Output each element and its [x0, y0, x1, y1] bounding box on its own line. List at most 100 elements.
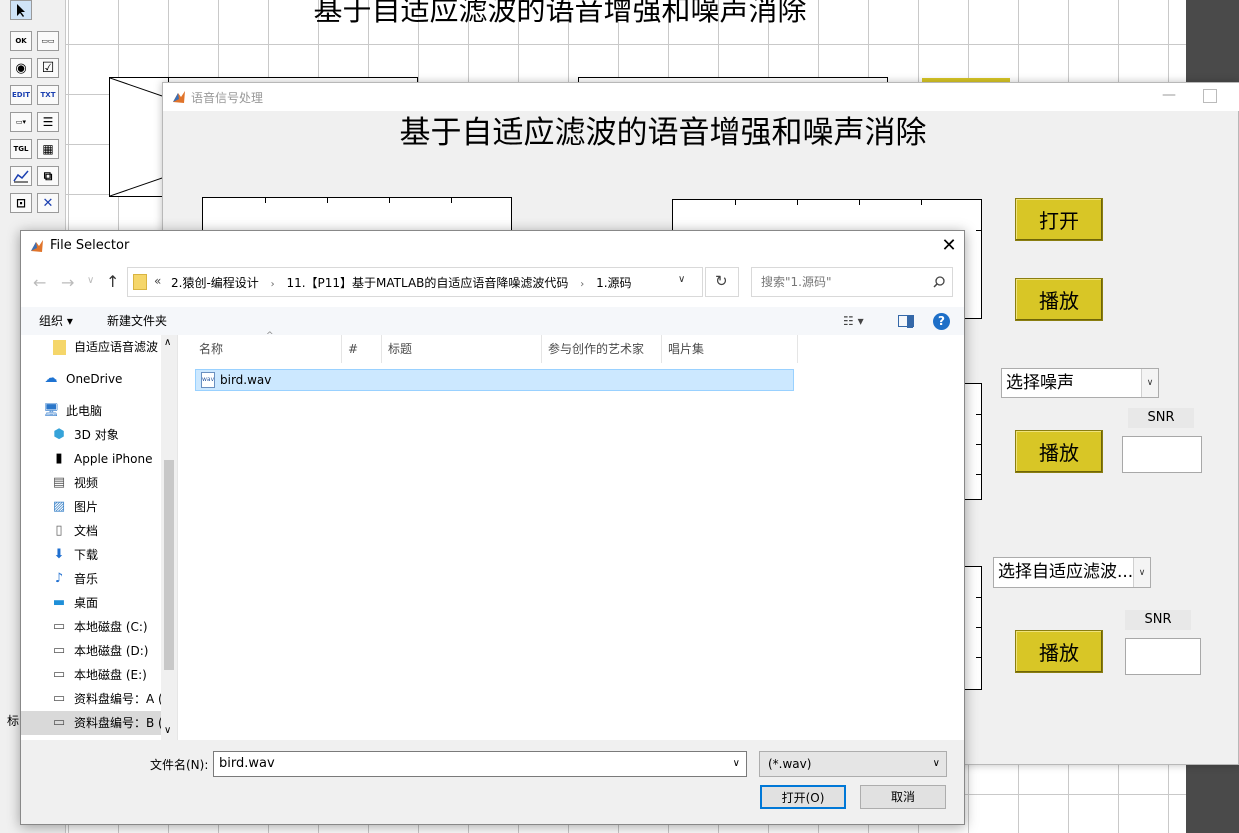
- forward-arrow-icon[interactable]: →: [61, 273, 74, 292]
- download-icon: ⬇: [53, 547, 65, 562]
- filter-select-value: 选择自适应滤波...: [998, 562, 1134, 582]
- breadcrumb-item[interactable]: 11.【P11】基于MATLAB的自适应语音降噪滤波代码: [286, 276, 568, 290]
- dialog-footer: 文件名(N): bird.wav ∨ (*.wav) ∨ 打开(O) 取消: [21, 740, 964, 824]
- search-input[interactable]: 搜索"1.源码": [751, 267, 953, 297]
- nav-item-documents[interactable]: ▯ 文档: [21, 519, 177, 543]
- column-header-album[interactable]: 唱片集: [662, 335, 798, 363]
- popup-menu-tool[interactable]: ▭▾: [10, 112, 32, 132]
- desktop-icon: ▬: [52, 595, 66, 610]
- refresh-icon: ↻: [715, 272, 728, 290]
- radio-button-tool[interactable]: ◉: [10, 58, 32, 78]
- nav-item-iphone[interactable]: ▮ Apple iPhone: [21, 447, 177, 471]
- folder-icon: [53, 340, 66, 355]
- chevron-right-icon: ›: [580, 279, 585, 290]
- nav-item-onedrive[interactable]: ☁ OneDrive: [21, 367, 177, 391]
- play-noisy-button[interactable]: 播放: [1015, 430, 1103, 473]
- button-group-tool[interactable]: ⊡: [10, 193, 32, 213]
- filename-value: bird.wav: [219, 756, 275, 771]
- nav-item-pictures[interactable]: ▨ 图片: [21, 495, 177, 519]
- chevron-down-icon[interactable]: ∨: [678, 274, 685, 285]
- column-header-title[interactable]: 标题: [382, 335, 542, 363]
- close-icon[interactable]: ✕: [939, 235, 959, 257]
- nav-item-music[interactable]: ♪ 音乐: [21, 567, 177, 591]
- help-icon[interactable]: ?: [933, 313, 950, 330]
- toggle-button-tool[interactable]: TGL: [10, 139, 32, 159]
- nav-item-drive-e[interactable]: ▭ 本地磁盘 (E:): [21, 663, 177, 687]
- push-button-tool[interactable]: OK: [10, 31, 32, 51]
- guide-axes-1[interactable]: [109, 77, 169, 197]
- nav-item-this-pc[interactable]: 🖥 此电脑: [21, 399, 177, 423]
- nav-item-drive-c[interactable]: ▭ 本地磁盘 (C:): [21, 615, 177, 639]
- chevron-down-icon[interactable]: ∨: [164, 725, 171, 736]
- view-options-icon[interactable]: ☷ ▾: [843, 314, 864, 328]
- preview-pane-icon[interactable]: [898, 315, 914, 328]
- chevron-down-icon[interactable]: ∨: [733, 752, 740, 776]
- up-arrow-icon[interactable]: ↑: [106, 272, 119, 291]
- column-header-name[interactable]: 名称: [193, 335, 342, 363]
- listbox-tool[interactable]: ☰: [37, 112, 59, 132]
- chevron-down-icon: ∨: [1133, 558, 1150, 587]
- nav-item-3d[interactable]: ⬢ 3D 对象: [21, 423, 177, 447]
- filename-label: 文件名(N):: [150, 758, 209, 772]
- matlab-icon: [173, 91, 185, 103]
- panel-tool[interactable]: ⧉: [37, 166, 59, 186]
- new-folder-button[interactable]: 新建文件夹: [107, 307, 167, 335]
- nav-item-drive-b[interactable]: ▭ 资料盘编号：B (: [21, 711, 177, 735]
- navigation-scrollbar[interactable]: ∧ ∨: [161, 335, 177, 740]
- organize-button[interactable]: 组织 ▾: [39, 307, 73, 335]
- snr-label-noisy: SNR: [1128, 408, 1194, 428]
- scroll-thumb[interactable]: [164, 460, 174, 670]
- file-selector-dialog[interactable]: File Selector ✕ ← → ∨ ↑ « 2.猿创-编程设计 › 11…: [20, 230, 965, 825]
- open-button[interactable]: 打开: [1015, 198, 1103, 241]
- select-tool-icon[interactable]: [10, 0, 32, 20]
- activex-tool[interactable]: ✕: [37, 193, 59, 213]
- edit-text-tool[interactable]: EDIT: [10, 85, 32, 105]
- phone-icon: ▮: [55, 451, 63, 466]
- nav-item-videos[interactable]: ▤ 视频: [21, 471, 177, 495]
- noise-select-dropdown[interactable]: 选择噪声 ∨: [1001, 368, 1159, 398]
- search-placeholder: 搜索"1.源码": [761, 275, 832, 289]
- slider-tool[interactable]: ▭▭: [37, 31, 59, 51]
- refresh-button[interactable]: ↻: [705, 267, 739, 297]
- search-icon: [933, 276, 945, 288]
- back-arrow-icon[interactable]: ←: [33, 273, 46, 292]
- nav-item-desktop[interactable]: ▬ 桌面: [21, 591, 177, 615]
- filter-select-dropdown[interactable]: 选择自适应滤波... ∨: [993, 557, 1151, 588]
- figure-titlebar[interactable]: 语音信号处理 —: [163, 83, 1239, 111]
- figure-window-title: 语音信号处理: [191, 91, 264, 105]
- file-row[interactable]: wav bird.wav: [195, 369, 794, 391]
- recent-chevron-icon[interactable]: ∨: [87, 275, 94, 286]
- play-filtered-button[interactable]: 播放: [1015, 630, 1103, 673]
- nav-item-folder[interactable]: 自适应语音滤波: [21, 335, 177, 359]
- nav-item-drive-a[interactable]: ▭ 资料盘编号：A (: [21, 687, 177, 711]
- guide-title-text[interactable]: 基于自适应滤波的语音增强和噪声消除: [230, 0, 890, 30]
- snr-filtered-field[interactable]: [1125, 638, 1201, 675]
- table-tool[interactable]: ▦: [37, 139, 59, 159]
- breadcrumb-prefix[interactable]: «: [154, 274, 161, 288]
- chevron-up-icon[interactable]: ∧: [164, 337, 171, 348]
- minimize-icon[interactable]: —: [1159, 87, 1179, 107]
- breadcrumb-item[interactable]: 1.源码: [596, 276, 631, 290]
- open-file-button[interactable]: 打开(O): [760, 785, 846, 809]
- column-header-number[interactable]: #: [342, 335, 382, 363]
- file-list[interactable]: ^ 名称 # 标题 参与创作的艺术家 唱片集 wav bird.wav: [177, 331, 964, 740]
- snr-noisy-field[interactable]: [1122, 436, 1202, 473]
- file-name: bird.wav: [220, 373, 272, 387]
- filename-input[interactable]: bird.wav ∨: [213, 751, 747, 777]
- navigation-pane[interactable]: 自适应语音滤波 ☁ OneDrive 🖥 此电脑 ⬢ 3D 对象 ▮ Apple…: [21, 335, 177, 740]
- drive-icon: ▭: [52, 715, 66, 730]
- maximize-icon[interactable]: [1203, 89, 1217, 103]
- address-bar[interactable]: « 2.猿创-编程设计 › 11.【P11】基于MATLAB的自适应语音降噪滤波…: [127, 267, 703, 297]
- breadcrumb-item[interactable]: 2.猿创-编程设计: [171, 276, 259, 290]
- static-text-tool[interactable]: TXT: [37, 85, 59, 105]
- cancel-button[interactable]: 取消: [860, 785, 946, 809]
- play-original-button[interactable]: 播放: [1015, 278, 1103, 321]
- nav-item-drive-d[interactable]: ▭ 本地磁盘 (D:): [21, 639, 177, 663]
- drive-c-icon: ▭: [52, 619, 66, 634]
- nav-item-downloads[interactable]: ⬇ 下载: [21, 543, 177, 567]
- file-type-value: (*.wav): [768, 757, 812, 771]
- checkbox-tool[interactable]: ☑: [37, 58, 59, 78]
- column-header-artists[interactable]: 参与创作的艺术家: [542, 335, 662, 363]
- file-type-select[interactable]: (*.wav) ∨: [759, 751, 947, 777]
- axes-tool[interactable]: [10, 166, 32, 186]
